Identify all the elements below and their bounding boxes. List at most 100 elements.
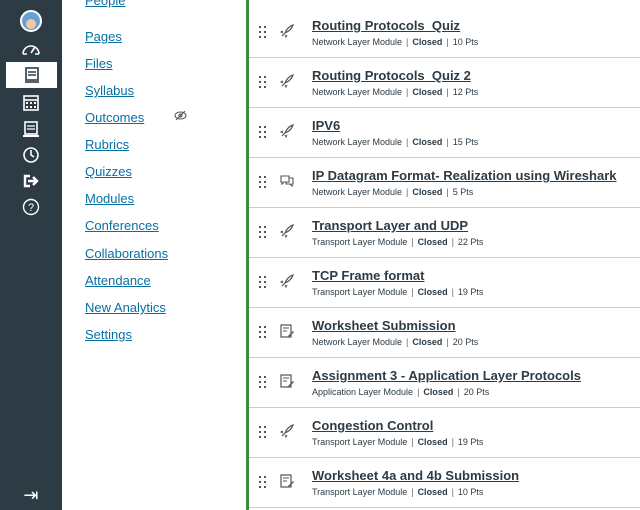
course-nav-attendance[interactable]: Attendance bbox=[85, 273, 151, 288]
course-nav-syllabus[interactable]: Syllabus bbox=[85, 83, 134, 98]
assignment-title[interactable]: IP Datagram Format- Realization using Wi… bbox=[312, 168, 617, 183]
assignment-meta: Application Layer Module | Closed | 20 Pts bbox=[312, 387, 489, 397]
meta-separator: | bbox=[451, 287, 454, 297]
drag-handle-icon[interactable] bbox=[259, 476, 267, 490]
meta-separator: | bbox=[446, 137, 449, 147]
meta-separator: | bbox=[406, 87, 409, 97]
assignment-meta: Network Layer Module | Closed | 12 Pts bbox=[312, 87, 478, 97]
meta-separator: | bbox=[451, 437, 454, 447]
assignment-module: Network Layer Module bbox=[312, 137, 403, 147]
course-nav-collaborations[interactable]: Collaborations bbox=[85, 246, 168, 261]
assignment-row[interactable]: Assignment 3 - Application Layer Protoco… bbox=[249, 358, 640, 408]
course-nav-people[interactable]: People bbox=[85, 0, 125, 8]
assignment-title[interactable]: Worksheet 4a and 4b Submission bbox=[312, 468, 519, 483]
drag-handle-icon[interactable] bbox=[259, 426, 267, 440]
assignment-row[interactable]: IPV6 Network Layer Module | Closed | 15 Pts bbox=[249, 108, 640, 158]
meta-separator: | bbox=[411, 437, 414, 447]
assignment-status: Closed bbox=[412, 87, 443, 97]
meta-separator: | bbox=[446, 37, 449, 47]
course-nav-quizzes[interactable]: Quizzes bbox=[85, 164, 132, 179]
assignment-row[interactable]: Routing Protocols_Quiz Network Layer Modu… bbox=[249, 8, 640, 58]
assignment-module: Network Layer Module bbox=[312, 187, 403, 197]
calendar-icon[interactable] bbox=[0, 90, 62, 116]
assignment-row[interactable]: Routing Protocols_Quiz 2 Network Layer Mo… bbox=[249, 58, 640, 108]
collapse-arrow-icon[interactable]: ⇥ bbox=[0, 485, 62, 506]
assignment-title[interactable]: Worksheet Submission bbox=[312, 318, 456, 333]
meta-separator: | bbox=[451, 237, 454, 247]
drag-handle-icon[interactable] bbox=[259, 326, 267, 340]
meta-separator: | bbox=[406, 137, 409, 147]
course-nav-rubrics[interactable]: Rubrics bbox=[85, 137, 129, 152]
assignment-status: Closed bbox=[412, 37, 443, 47]
global-nav: ? ⇥ bbox=[0, 0, 62, 510]
history-icon[interactable] bbox=[0, 142, 62, 168]
assignment-row[interactable]: IP Datagram Format- Realization using Wi… bbox=[249, 158, 640, 208]
course-nav-new-analytics[interactable]: New Analytics bbox=[85, 300, 166, 315]
assignment-row[interactable]: Worksheet 4a and 4b Submission Transport … bbox=[249, 458, 640, 508]
meta-separator: | bbox=[406, 337, 409, 347]
quiz-rocket-icon bbox=[279, 123, 295, 139]
drag-handle-icon[interactable] bbox=[259, 76, 267, 90]
drag-handle-icon[interactable] bbox=[259, 376, 267, 390]
course-nav-pages[interactable]: Pages bbox=[85, 29, 122, 44]
course-nav-files[interactable]: Files bbox=[85, 56, 112, 71]
assignment-module: Transport Layer Module bbox=[312, 287, 408, 297]
meta-separator: | bbox=[417, 387, 420, 397]
assignment-module: Network Layer Module bbox=[312, 337, 403, 347]
drag-handle-icon[interactable] bbox=[259, 126, 267, 140]
drag-handle-icon[interactable] bbox=[259, 26, 267, 40]
assignment-status: Closed bbox=[412, 187, 443, 197]
quiz-rocket-icon bbox=[279, 273, 295, 289]
assignment-title[interactable]: Congestion Control bbox=[312, 418, 433, 433]
assignment-points: 10 Pts bbox=[457, 487, 484, 497]
drag-handle-icon[interactable] bbox=[259, 276, 267, 290]
assignment-row[interactable]: Transport Layer and UDP Transport Layer M… bbox=[249, 208, 640, 258]
meta-separator: | bbox=[411, 487, 414, 497]
assignment-title[interactable]: TCP Frame format bbox=[312, 268, 424, 283]
assignment-row[interactable]: TCP Frame format Transport Layer Module | C… bbox=[249, 258, 640, 308]
course-nav-outcomes[interactable]: Outcomes bbox=[85, 110, 144, 125]
meta-separator: | bbox=[457, 387, 460, 397]
assignment-meta: Network Layer Module | Closed | 20 Pts bbox=[312, 337, 478, 347]
svg-text:?: ? bbox=[28, 202, 34, 214]
meta-separator: | bbox=[446, 337, 449, 347]
assignment-row[interactable]: Worksheet Submission Network Layer Module… bbox=[249, 308, 640, 358]
assignment-meta: Network Layer Module | Closed | 10 Pts bbox=[312, 37, 478, 47]
help-icon[interactable]: ? bbox=[0, 194, 62, 220]
assignment-list: Routing Protocols_Quiz Network Layer Modu… bbox=[249, 8, 640, 508]
assignment-title[interactable]: IPV6 bbox=[312, 118, 340, 133]
assignment-points: 19 Pts bbox=[457, 437, 484, 447]
account-avatar[interactable] bbox=[0, 8, 62, 34]
assignment-status: Closed bbox=[423, 387, 454, 397]
assignment-title[interactable]: Routing Protocols_Quiz 2 bbox=[312, 68, 471, 83]
assignment-title[interactable]: Assignment 3 - Application Layer Protoco… bbox=[312, 368, 581, 383]
assignment-points: 19 Pts bbox=[457, 287, 484, 297]
quiz-rocket-icon bbox=[279, 73, 295, 89]
assignment-title[interactable]: Routing Protocols_Quiz bbox=[312, 18, 460, 33]
assignment-status: Closed bbox=[417, 437, 448, 447]
assignment-module: Transport Layer Module bbox=[312, 437, 408, 447]
dashboard-icon[interactable] bbox=[0, 36, 62, 62]
course-nav-conferences[interactable]: Conferences bbox=[85, 218, 159, 233]
assignment-status: Closed bbox=[412, 137, 443, 147]
drag-handle-icon[interactable] bbox=[259, 226, 267, 240]
meta-separator: | bbox=[446, 87, 449, 97]
inbox-icon[interactable] bbox=[0, 116, 62, 142]
assignment-module: Network Layer Module bbox=[312, 37, 403, 47]
assignment-row[interactable]: Congestion Control Transport Layer Module… bbox=[249, 408, 640, 458]
drag-handle-icon[interactable] bbox=[259, 176, 267, 190]
assignment-points: 10 Pts bbox=[452, 37, 479, 47]
course-nav-modules[interactable]: Modules bbox=[85, 191, 134, 206]
assignment-points: 12 Pts bbox=[452, 87, 479, 97]
assignment-module: Transport Layer Module bbox=[312, 487, 408, 497]
course-nav-settings[interactable]: Settings bbox=[85, 327, 132, 342]
meta-separator: | bbox=[451, 487, 454, 497]
courses-icon[interactable] bbox=[6, 62, 57, 88]
assignment-points: 5 Pts bbox=[452, 187, 474, 197]
assignment-title[interactable]: Transport Layer and UDP bbox=[312, 218, 468, 233]
meta-separator: | bbox=[406, 187, 409, 197]
quiz-rocket-icon bbox=[279, 223, 295, 239]
assignment-points: 20 Pts bbox=[463, 387, 490, 397]
commons-icon[interactable] bbox=[0, 168, 62, 194]
meta-separator: | bbox=[411, 287, 414, 297]
